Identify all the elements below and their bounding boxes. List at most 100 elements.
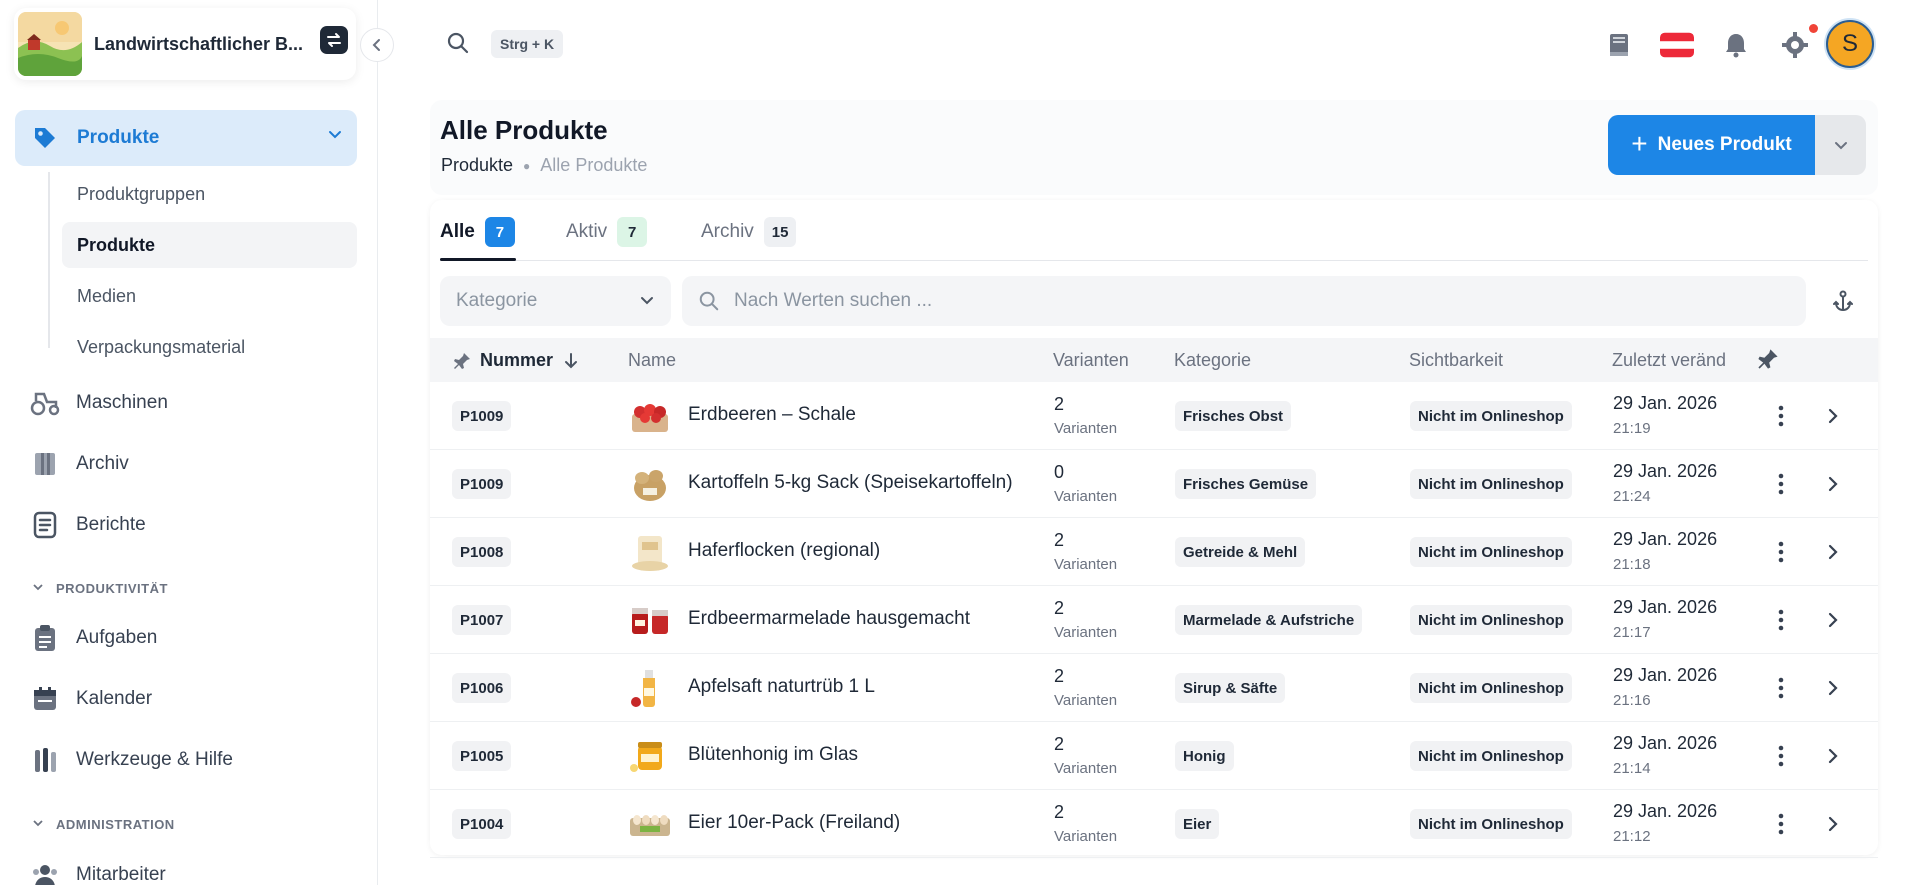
- avatar[interactable]: S: [1826, 20, 1874, 68]
- active-tab-indicator: [440, 258, 516, 261]
- more-options-icon[interactable]: [1769, 673, 1793, 703]
- modified-date: 29 Jan. 2026: [1613, 597, 1718, 617]
- sort-down-icon[interactable]: [563, 352, 579, 370]
- modified-time: 21:14: [1613, 760, 1651, 777]
- more-options-icon[interactable]: [1769, 741, 1793, 771]
- product-name[interactable]: Blütenhonig im Glas: [688, 744, 858, 766]
- more-options-icon[interactable]: [1769, 401, 1793, 431]
- variant-label: Varianten: [1054, 692, 1118, 709]
- section-productivity[interactable]: PRODUKTIVITÄT: [32, 581, 168, 596]
- more-options-icon[interactable]: [1769, 537, 1793, 567]
- variant-label: Varianten: [1054, 556, 1118, 573]
- column-header-kategorie[interactable]: Kategorie: [1174, 350, 1251, 371]
- count-badge: 7: [617, 217, 648, 247]
- more-options-icon[interactable]: [1769, 469, 1793, 499]
- product-name[interactable]: Eier 10er-Pack (Freiland): [688, 812, 900, 834]
- sidebar-item-werkzeuge[interactable]: Werkzeuge & Hilfe: [30, 740, 233, 780]
- sidebar-item-label: Aufgaben: [76, 627, 158, 648]
- chevron-right-icon[interactable]: [1821, 537, 1845, 567]
- austria-flag-icon[interactable]: [1660, 28, 1694, 62]
- chevron-right-icon[interactable]: [1821, 469, 1845, 499]
- sidebar-item-archiv[interactable]: Archiv: [30, 444, 129, 484]
- section-administration[interactable]: ADMINISTRATION: [32, 817, 175, 832]
- gear-icon[interactable]: [1778, 28, 1812, 62]
- visibility-badge: Nicht im Onlineshop: [1410, 537, 1572, 567]
- visibility-badge: Nicht im Onlineshop: [1410, 401, 1572, 431]
- product-thumbnail: [628, 598, 672, 642]
- tag-icon: [31, 124, 59, 152]
- product-name[interactable]: Kartoffeln 5-kg Sack (Speisekartoffeln): [688, 472, 1013, 494]
- chevron-right-icon[interactable]: [1821, 809, 1845, 839]
- variant-label: Varianten: [1054, 624, 1118, 641]
- search-icon[interactable]: [443, 28, 473, 58]
- new-product-dropdown-button[interactable]: [1815, 115, 1866, 175]
- brand-switcher[interactable]: Landwirtschaftlicher B...: [14, 8, 356, 80]
- column-header-name[interactable]: Name: [628, 350, 676, 371]
- column-header-zuletzt[interactable]: Zuletzt veränd: [1612, 350, 1738, 371]
- product-name[interactable]: Erdbeeren – Schale: [688, 404, 856, 426]
- more-options-icon[interactable]: [1769, 809, 1793, 839]
- sidebar-item-aufgaben[interactable]: Aufgaben: [30, 618, 157, 658]
- category-badge: Marmelade & Aufstriche: [1175, 605, 1363, 635]
- column-header-sichtbarkeit[interactable]: Sichtbarkeit: [1409, 350, 1503, 371]
- product-number: P1009: [452, 469, 512, 499]
- product-thumbnail: [628, 734, 672, 778]
- breadcrumb-item[interactable]: Produkte: [441, 155, 513, 176]
- book-icon[interactable]: [1602, 28, 1636, 62]
- sidebar-subitem-produkte[interactable]: Produkte: [62, 222, 357, 268]
- sidebar-item-berichte[interactable]: Berichte: [30, 505, 146, 545]
- sidebar: Landwirtschaftlicher B... Produkte Produ…: [0, 0, 378, 885]
- search-shortcut[interactable]: Strg + K: [491, 30, 564, 58]
- sidebar-subitem-verpackungsmaterial[interactable]: Verpackungsmaterial: [62, 324, 357, 370]
- column-header-varianten[interactable]: Varianten: [1053, 350, 1129, 371]
- sidebar-item-maschinen[interactable]: Maschinen: [30, 383, 168, 423]
- chevron-down-icon: [639, 292, 655, 314]
- modified-time: 21:19: [1613, 420, 1651, 437]
- product-name[interactable]: Erdbeermarmelade hausgemacht: [688, 608, 970, 630]
- variant-label: Varianten: [1054, 488, 1118, 505]
- chevron-right-icon[interactable]: [1821, 741, 1845, 771]
- sidebar-item-kalender[interactable]: Kalender: [30, 679, 152, 719]
- search-icon: [698, 290, 720, 312]
- collapse-sidebar-button[interactable]: [360, 28, 394, 62]
- modified-time: 21:18: [1613, 556, 1651, 573]
- archive-icon: [30, 449, 60, 479]
- new-product-button[interactable]: + Neues Produkt: [1608, 115, 1815, 175]
- pin-icon[interactable]: [1756, 347, 1780, 376]
- tab-alle[interactable]: Alle 7: [440, 215, 515, 249]
- sidebar-item-mitarbeiter[interactable]: Mitarbeiter: [30, 855, 166, 885]
- chevron-right-icon[interactable]: [1821, 401, 1845, 431]
- tab-aktiv[interactable]: Aktiv 7: [566, 215, 648, 249]
- tab-label: Alle: [440, 221, 475, 242]
- more-options-icon[interactable]: [1769, 605, 1793, 635]
- count-badge: 7: [484, 217, 515, 247]
- tab-archiv[interactable]: Archiv 15: [701, 215, 797, 249]
- product-name[interactable]: Haferflocken (regional): [688, 540, 880, 562]
- section-label: ADMINISTRATION: [56, 817, 175, 832]
- column-header-nummer[interactable]: Nummer: [452, 350, 579, 371]
- variant-label: Varianten: [1054, 760, 1118, 777]
- product-number: P1009: [452, 401, 512, 431]
- sidebar-item-produkte[interactable]: Produkte: [15, 110, 357, 166]
- chevron-right-icon[interactable]: [1821, 605, 1845, 635]
- chevron-right-icon[interactable]: [1821, 673, 1845, 703]
- product-thumbnail: [628, 394, 672, 438]
- brand-logo: [18, 12, 82, 76]
- sidebar-subitem-medien[interactable]: Medien: [62, 273, 357, 319]
- bell-icon[interactable]: [1719, 28, 1753, 62]
- variant-count: 2: [1054, 530, 1065, 550]
- visibility-badge: Nicht im Onlineshop: [1410, 605, 1572, 635]
- category-filter[interactable]: Kategorie: [440, 276, 671, 326]
- swap-icon[interactable]: [320, 26, 348, 54]
- sidebar-item-label: Kalender: [76, 688, 153, 709]
- product-thumbnail: [628, 530, 672, 574]
- search-input[interactable]: Nach Werten suchen ...: [682, 276, 1806, 326]
- subtree-line: [48, 172, 50, 348]
- anchor-icon[interactable]: [1828, 286, 1858, 316]
- tabs-divider: [440, 260, 1868, 261]
- sidebar-subitem-produktgruppen[interactable]: Produktgruppen: [62, 171, 357, 217]
- pin-icon[interactable]: [452, 351, 472, 371]
- category-badge: Eier: [1175, 809, 1220, 839]
- product-name[interactable]: Apfelsaft naturtrüb 1 L: [688, 676, 875, 698]
- plus-icon: +: [1631, 127, 1648, 159]
